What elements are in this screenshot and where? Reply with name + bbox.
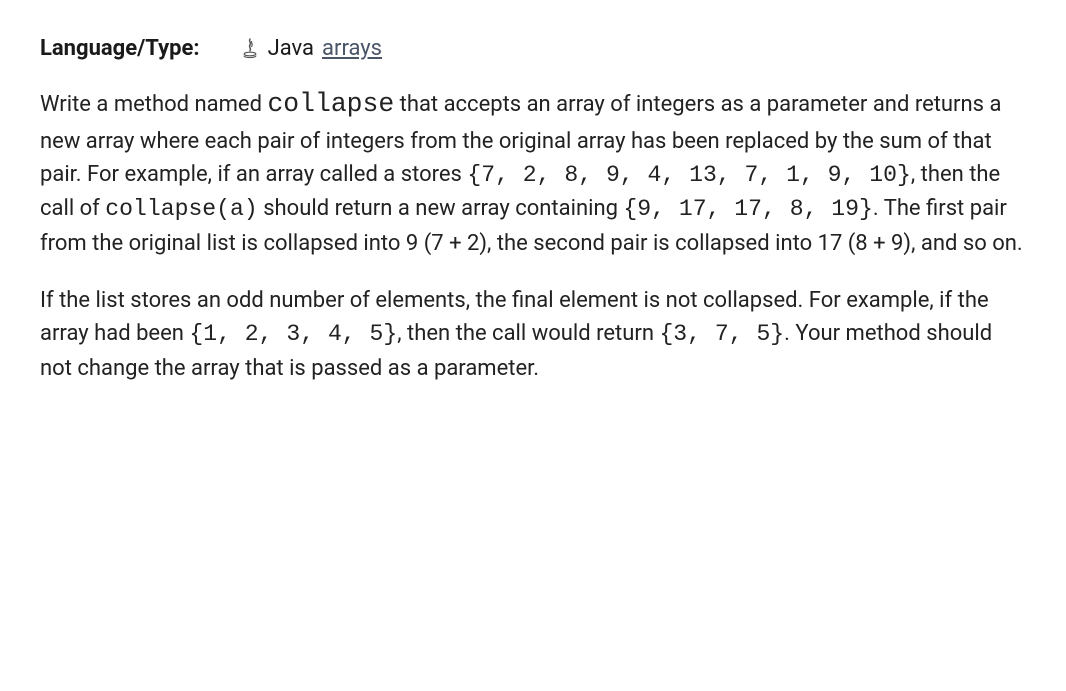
- problem-paragraph-2: If the list stores an odd number of elem…: [40, 284, 1026, 385]
- language-name: Java: [268, 32, 314, 65]
- code-array-output: {9, 17, 17, 8, 19}: [623, 196, 872, 222]
- text: Write a method named: [40, 92, 267, 117]
- code-call: collapse(a): [105, 196, 257, 222]
- header-row: Language/Type: Java arrays: [40, 32, 1026, 65]
- code-array-odd-output: {3, 7, 5}: [659, 321, 784, 347]
- problem-paragraph-1: Write a method named collapse that accep…: [40, 85, 1026, 260]
- java-icon: [240, 37, 260, 61]
- arrays-link[interactable]: arrays: [322, 32, 382, 65]
- code-array-input: {7, 2, 8, 9, 4, 13, 7, 1, 9, 10}: [467, 162, 910, 188]
- text: , then the call would return: [397, 321, 659, 346]
- language-type-value: Java arrays: [240, 32, 382, 65]
- method-name: collapse: [267, 89, 394, 119]
- text: should return a new array containing: [258, 196, 624, 221]
- code-array-odd-input: {1, 2, 3, 4, 5}: [189, 321, 397, 347]
- language-type-label: Language/Type:: [40, 32, 200, 65]
